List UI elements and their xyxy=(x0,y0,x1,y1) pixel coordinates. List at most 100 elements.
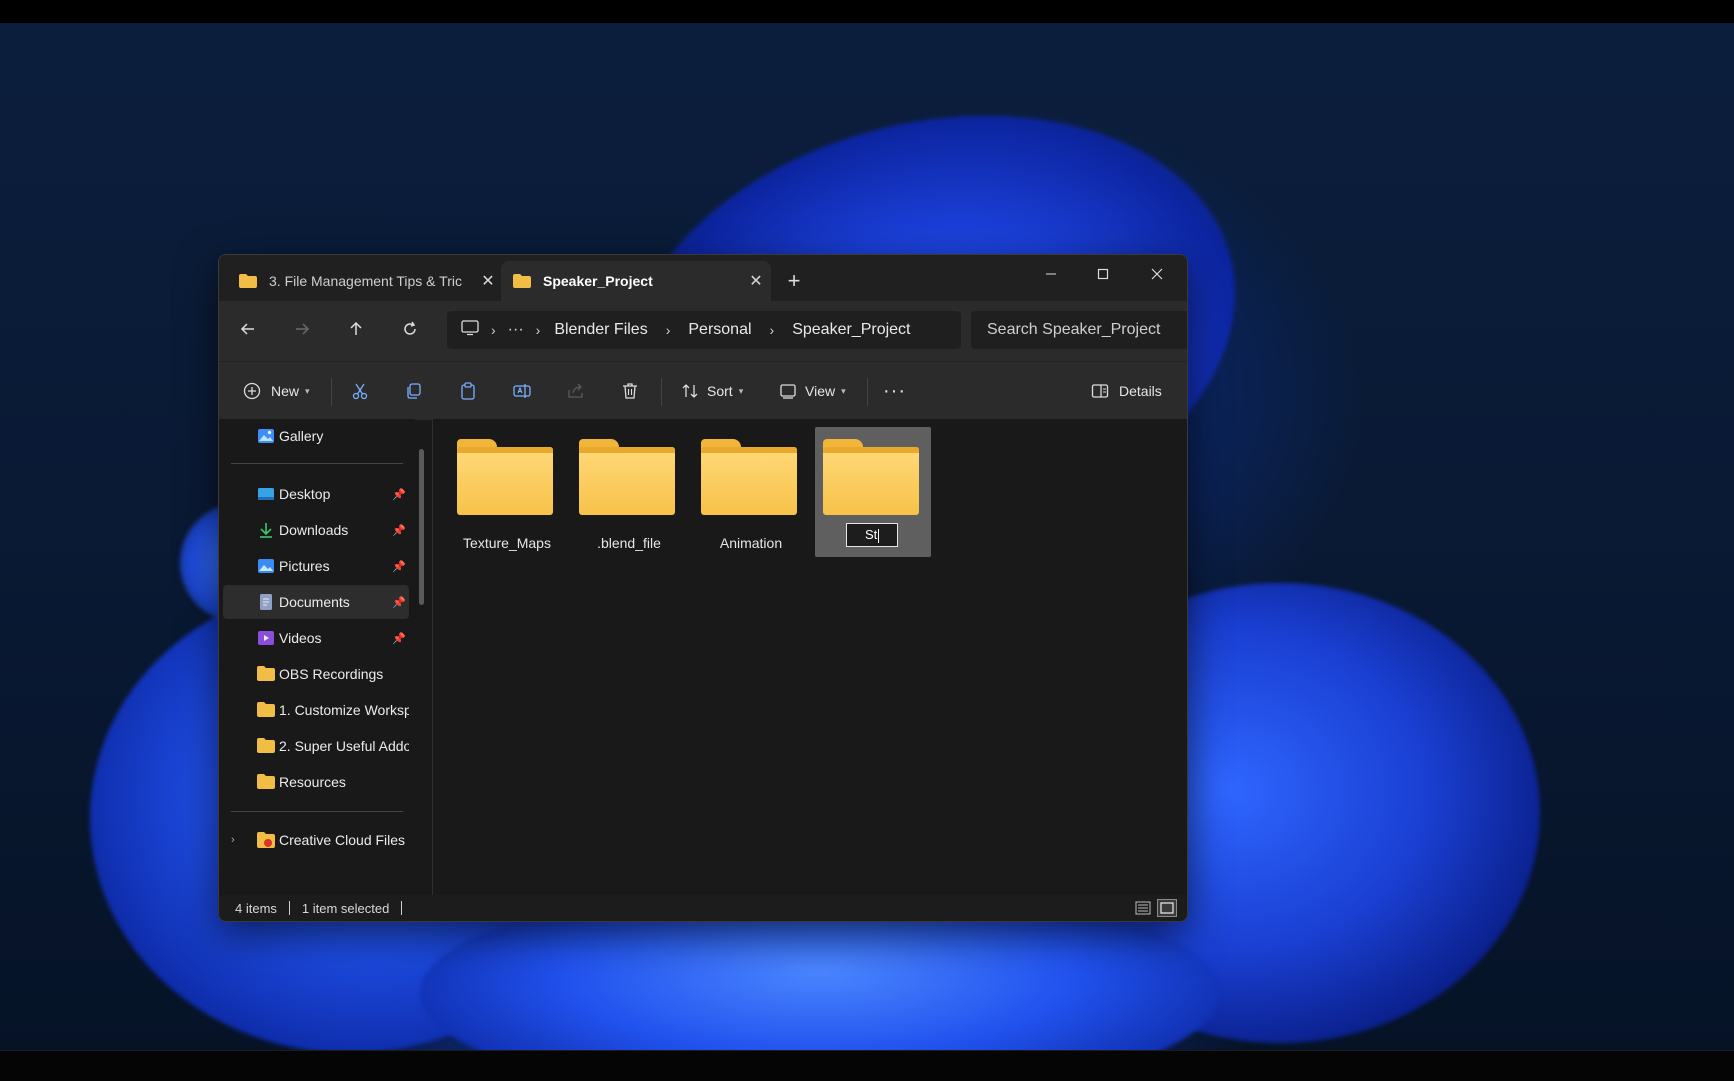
sidebar-item-label: Creative Cloud Files xyxy=(279,832,406,848)
folder-item[interactable]: .blend_file xyxy=(571,427,687,557)
sidebar-item-desktop[interactable]: Desktop 📌 xyxy=(223,477,409,511)
taskbar-edge xyxy=(0,1050,1734,1081)
back-button[interactable] xyxy=(231,315,265,347)
view-button[interactable]: View ▾ xyxy=(777,376,846,406)
share-button[interactable] xyxy=(565,376,587,406)
sidebar-item-pictures[interactable]: Pictures 📌 xyxy=(223,549,409,583)
sidebar-item-creative-cloud[interactable]: › Creative Cloud Files xyxy=(223,823,409,857)
folder-icon xyxy=(239,274,257,288)
sidebar-divider xyxy=(231,463,403,464)
pin-icon[interactable]: 📌 xyxy=(389,632,409,645)
command-bar: New ▾ Sort ▾ View ▾ ··· Details xyxy=(219,361,1187,420)
item-count: 4 items xyxy=(235,900,277,916)
folder-icon xyxy=(823,439,919,515)
sidebar-item-resources[interactable]: Resources xyxy=(223,765,409,799)
forward-button[interactable] xyxy=(285,315,319,347)
details-label: Details xyxy=(1119,383,1162,399)
maximize-icon xyxy=(1097,268,1109,280)
chevron-right-icon[interactable]: › xyxy=(231,834,235,846)
pin-icon[interactable]: 📌 xyxy=(389,524,409,537)
delete-button[interactable] xyxy=(619,376,641,406)
view-label: View xyxy=(805,383,836,399)
close-icon xyxy=(1151,268,1163,280)
pin-icon[interactable]: 📌 xyxy=(389,560,409,573)
details-pane-button[interactable]: Details xyxy=(1089,376,1162,406)
folder-name: Animation xyxy=(719,535,783,551)
sidebar-item-customize-workspace[interactable]: 1. Customize Workspa xyxy=(223,693,409,727)
breadcrumb-blender-files[interactable]: Blender Files xyxy=(554,321,647,339)
rename-button[interactable] xyxy=(511,376,533,406)
folder-icon xyxy=(457,439,553,515)
sidebar-scrollbar[interactable] xyxy=(419,449,424,605)
download-icon xyxy=(257,522,275,538)
breadcrumb-personal[interactable]: Personal xyxy=(688,321,751,339)
search-input[interactable]: Search Speaker_Project xyxy=(971,311,1187,349)
toolbar-divider xyxy=(661,378,662,406)
folder-icon xyxy=(579,439,675,515)
rename-input[interactable]: St xyxy=(846,523,898,547)
chevron-right-icon: › xyxy=(491,322,496,338)
sidebar-item-obs-recordings[interactable]: OBS Recordings xyxy=(223,657,409,691)
sidebar-item-videos[interactable]: Videos 📌 xyxy=(223,621,409,655)
more-options-button[interactable]: ··· xyxy=(883,376,906,406)
sidebar-item-label: 1. Customize Workspa xyxy=(279,702,409,718)
folder-name: .blend_file xyxy=(597,535,661,551)
title-bar: 3. File Management Tips & Tric ✕ Speaker… xyxy=(219,255,1187,301)
sidebar-item-label: Downloads xyxy=(279,522,349,538)
arrow-up-icon xyxy=(350,321,362,335)
maximize-button[interactable] xyxy=(1077,259,1129,293)
status-bar: 4 items 1 item selected xyxy=(219,895,1187,921)
new-label: New xyxy=(271,383,300,399)
rename-icon xyxy=(511,380,533,402)
sidebar-item-gallery[interactable]: Gallery xyxy=(223,419,409,453)
sidebar-item-documents[interactable]: Documents 📌 xyxy=(223,585,409,619)
sidebar-item-label: OBS Recordings xyxy=(279,666,384,682)
this-pc-icon xyxy=(461,319,479,341)
documents-icon xyxy=(257,594,275,610)
copy-button[interactable] xyxy=(403,376,425,406)
tiles-view-button[interactable] xyxy=(1157,899,1177,917)
paste-button[interactable] xyxy=(457,376,479,406)
refresh-button[interactable] xyxy=(393,315,427,347)
sidebar-item-downloads[interactable]: Downloads 📌 xyxy=(223,513,409,547)
up-button[interactable] xyxy=(339,315,373,347)
selection-count: 1 item selected xyxy=(301,900,390,916)
copy-icon xyxy=(403,380,425,402)
clipboard-icon xyxy=(457,380,479,402)
sidebar-divider xyxy=(231,811,403,812)
sidebar-item-super-useful-addons[interactable]: 2. Super Useful Addor xyxy=(223,729,409,763)
scissors-icon xyxy=(349,380,371,402)
chevron-right-icon: › xyxy=(769,322,775,338)
chevron-down-icon: ▾ xyxy=(841,385,846,396)
folder-item[interactable]: Animation xyxy=(693,427,809,557)
tab-speaker-project[interactable]: Speaker_Project ✕ xyxy=(501,261,771,301)
minimize-button[interactable] xyxy=(1025,259,1077,293)
share-icon xyxy=(565,380,587,402)
close-tab-icon[interactable]: ✕ xyxy=(473,271,503,291)
file-explorer-window: 3. File Management Tips & Tric ✕ Speaker… xyxy=(218,254,1188,922)
new-tab-button[interactable]: + xyxy=(779,266,809,296)
breadcrumb-overflow[interactable]: ··· xyxy=(508,321,524,339)
breadcrumb-speaker-project[interactable]: Speaker_Project xyxy=(792,321,910,339)
arrow-left-icon xyxy=(240,323,254,335)
pin-icon[interactable]: 📌 xyxy=(389,596,409,609)
pictures-icon xyxy=(257,558,275,574)
tab-file-management[interactable]: 3. File Management Tips & Tric ✕ xyxy=(227,261,503,301)
details-view-button[interactable] xyxy=(1133,899,1153,917)
close-window-button[interactable] xyxy=(1131,259,1183,293)
new-button[interactable]: New ▾ xyxy=(241,376,310,406)
cut-button[interactable] xyxy=(349,376,371,406)
sort-icon xyxy=(679,380,701,402)
pin-icon[interactable]: 📌 xyxy=(389,488,409,501)
tab-label: 3. File Management Tips & Tric xyxy=(269,273,462,289)
view-icon xyxy=(777,380,799,402)
sort-button[interactable]: Sort ▾ xyxy=(679,376,743,406)
close-tab-icon[interactable]: ✕ xyxy=(741,271,771,291)
folder-icon xyxy=(257,702,275,718)
folder-item-selected[interactable]: St xyxy=(815,427,931,557)
address-bar[interactable]: › ··· › Blender Files › Personal › Speak… xyxy=(447,311,961,349)
folder-item[interactable]: Texture_Maps xyxy=(449,427,565,557)
tab-label: Speaker_Project xyxy=(543,273,653,289)
folder-icon xyxy=(257,666,275,682)
sidebar-item-label: Desktop xyxy=(279,486,331,502)
